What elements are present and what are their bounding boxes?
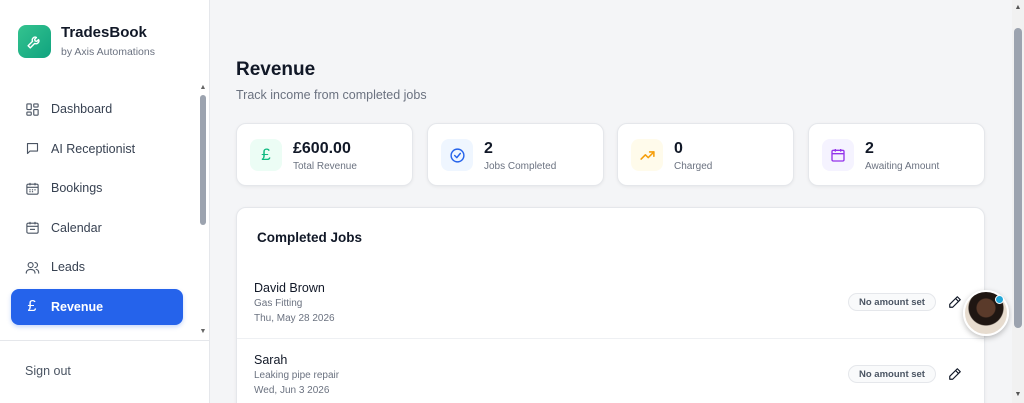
sidebar-item-calendar[interactable]: Calendar [11, 210, 183, 246]
job-type: Gas Fitting [254, 298, 303, 309]
stat-card-total-revenue: £ £600.00 Total Revenue [236, 123, 413, 186]
sidebar-divider [0, 340, 210, 341]
scrollbar-thumb[interactable] [1014, 28, 1022, 328]
page-title: Revenue [236, 59, 316, 80]
sidebar: TradesBook by Axis Automations Dashboard… [0, 0, 210, 403]
sidebar-nav: Dashboard AI Receptionist Bookings Calen… [11, 91, 183, 329]
sidebar-item-label: AI Receptionist [51, 141, 136, 156]
brand-name: TradesBook [61, 24, 147, 41]
scroll-down-icon[interactable]: ▼ [199, 328, 207, 336]
job-date: Thu, May 28 2026 [254, 313, 335, 324]
sidebar-item-label: Calendar [51, 220, 102, 235]
trending-up-icon [631, 139, 663, 171]
check-circle-icon [441, 139, 473, 171]
scroll-down-icon[interactable]: ▼ [1014, 390, 1022, 400]
sidebar-item-label: Bookings [51, 181, 103, 196]
wrench-icon [18, 24, 51, 58]
sidebar-scrollbar[interactable]: ▲ ▼ [199, 84, 207, 336]
completed-jobs-title: Completed Jobs [257, 230, 363, 245]
pound-icon: £ [250, 139, 282, 171]
table-row[interactable]: Sarah Leaking pipe repair Wed, Jun 3 202… [237, 338, 984, 403]
sidebar-item-label: Revenue [51, 299, 104, 314]
calendar-icon [822, 139, 854, 171]
scroll-up-icon[interactable]: ▲ [199, 84, 207, 92]
job-customer-name: Sarah [254, 353, 288, 367]
stat-card-jobs-completed: 2 Jobs Completed [427, 123, 604, 186]
stat-label: Charged [674, 161, 713, 172]
table-row[interactable]: David Brown Gas Fitting Thu, May 28 2026… [237, 270, 984, 340]
pound-icon: £ [27, 297, 37, 315]
status-badge: No amount set [848, 365, 936, 383]
sidebar-item-label: Leads [51, 260, 86, 275]
main-scrollbar[interactable]: ▲ ▼ [1012, 0, 1024, 403]
status-badge: No amount set [848, 293, 936, 311]
calendar-icon [24, 220, 40, 236]
sign-out-link[interactable]: Sign out [25, 364, 71, 378]
completed-jobs-card: Completed Jobs David Brown Gas Fitting T… [236, 207, 985, 403]
sidebar-item-dashboard[interactable]: Dashboard [11, 91, 183, 127]
stat-value: 2 [865, 140, 874, 157]
edit-pencil-icon[interactable] [946, 365, 964, 383]
job-date: Wed, Jun 3 2026 [254, 385, 330, 396]
stat-label: Awaiting Amount [865, 161, 940, 172]
stat-value: 2 [484, 140, 493, 157]
sidebar-item-leads[interactable]: Leads [11, 249, 183, 285]
edit-pencil-icon[interactable] [946, 293, 964, 311]
dashboard-icon [24, 101, 40, 117]
stat-card-charged: 0 Charged [617, 123, 794, 186]
stat-card-awaiting-amount: 2 Awaiting Amount [808, 123, 985, 186]
brand: TradesBook by Axis Automations [18, 24, 155, 58]
stat-value: 0 [674, 140, 683, 157]
stat-value: £600.00 [293, 140, 351, 157]
sidebar-item-revenue[interactable]: £ Revenue [11, 288, 183, 325]
chat-icon [24, 141, 40, 157]
sidebar-item-bookings[interactable]: Bookings [11, 170, 183, 206]
job-type: Leaking pipe repair [254, 370, 340, 381]
scrollbar-thumb[interactable] [200, 95, 206, 225]
sidebar-item-ai-receptionist[interactable]: AI Receptionist [11, 131, 183, 167]
sidebar-item-label: Dashboard [51, 102, 113, 116]
brand-subtitle: by Axis Automations [61, 46, 155, 58]
users-icon [24, 259, 40, 275]
page-subtitle: Track income from completed jobs [236, 88, 427, 102]
stat-label: Jobs Completed [484, 161, 557, 172]
calendar-grid-icon [24, 180, 40, 196]
online-status-dot [995, 295, 1004, 304]
scroll-up-icon[interactable]: ▲ [1014, 3, 1022, 13]
job-customer-name: David Brown [254, 281, 325, 295]
stat-label: Total Revenue [293, 161, 357, 172]
